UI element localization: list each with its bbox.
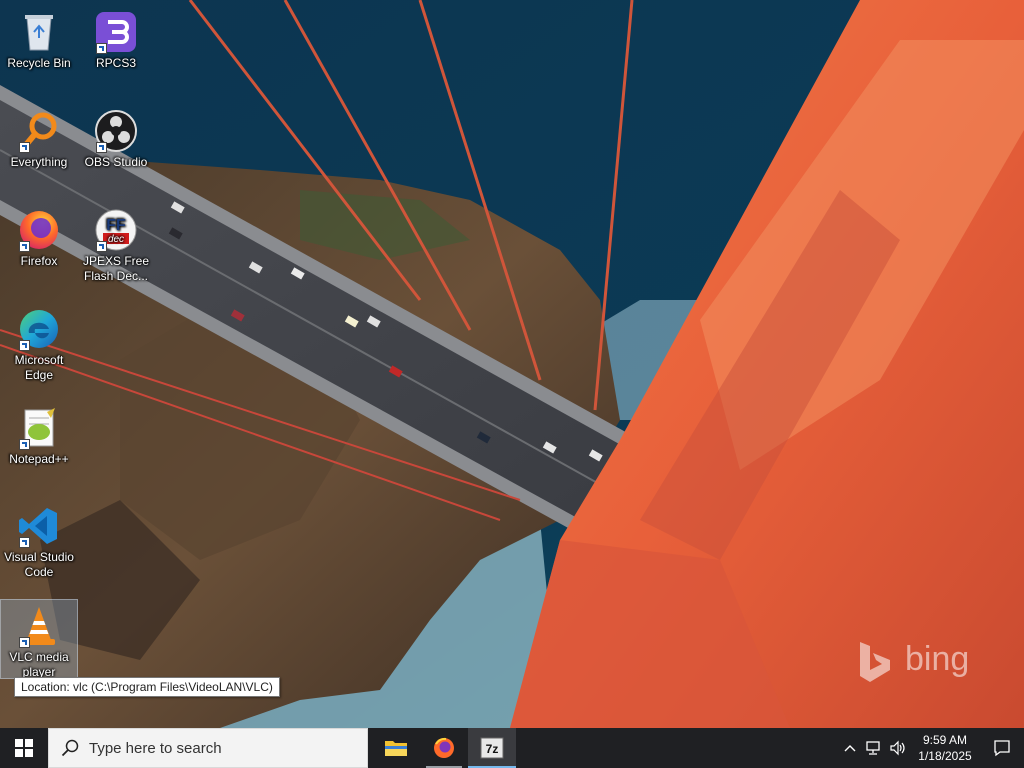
shortcut-arrow-icon — [96, 142, 107, 153]
desktop-icon-jpexs[interactable]: FF dec JPEXS Free Flash Dec... — [78, 204, 154, 284]
microsoft-edge-icon — [17, 307, 61, 351]
show-hidden-icons-button[interactable] — [838, 728, 862, 768]
rpcs3-icon — [94, 10, 138, 54]
desktop-icon-obs-studio[interactable]: OBS Studio — [78, 105, 154, 170]
notification-center-button[interactable] — [980, 728, 1024, 768]
desktop-icon-everything[interactable]: Everything — [1, 105, 77, 170]
desktop-icon-label: Everything — [10, 155, 68, 169]
desktop-icon-label: OBS Studio — [84, 155, 148, 169]
shortcut-arrow-icon — [19, 537, 30, 548]
desktop-icon-label: RPCS3 — [95, 56, 136, 70]
everything-search-icon — [17, 109, 61, 153]
jpexs-ffdec-icon: FF dec — [94, 208, 138, 252]
desktop-icon-label: Firefox — [20, 254, 58, 268]
search-placeholder: Type here to search — [89, 739, 222, 757]
desktop-icon-rpcs3[interactable]: RPCS3 — [78, 6, 154, 71]
volume-button[interactable] — [886, 728, 910, 768]
network-icon — [866, 741, 880, 755]
shortcut-arrow-icon — [96, 241, 107, 252]
taskbar-clock[interactable]: 9:59 AM 1/18/2025 — [910, 732, 980, 764]
shortcut-arrow-icon — [96, 43, 107, 54]
bing-watermark-text: bing — [905, 640, 970, 678]
icon-tooltip: Location: vlc (C:\Program Files\VideoLAN… — [14, 677, 280, 697]
desktop-icon-label: Notepad++ — [9, 452, 69, 466]
bing-logo-icon — [860, 642, 890, 682]
desktop-icon-label: Visual Studio Code — [4, 550, 74, 579]
desktop-icon-label: Microsoft Edge — [14, 353, 64, 382]
visual-studio-code-icon — [17, 504, 61, 548]
recycle-bin-icon — [17, 10, 61, 54]
chevron-up-icon — [844, 745, 856, 752]
clock-date: 1/18/2025 — [918, 749, 972, 763]
firefox-icon — [434, 737, 454, 758]
shortcut-arrow-icon — [19, 142, 30, 153]
search-icon — [61, 739, 79, 757]
shortcut-arrow-icon — [19, 340, 30, 351]
system-tray: 9:59 AM 1/18/2025 — [838, 728, 1024, 768]
7-zip-icon: 7z — [480, 737, 504, 759]
desktop-icon-label: VLC media player — [9, 650, 69, 679]
7-zip-glyph-text: 7z — [486, 742, 499, 756]
shortcut-arrow-icon — [19, 439, 30, 450]
taskbar-firefox[interactable] — [420, 728, 468, 768]
shortcut-arrow-icon — [19, 637, 30, 648]
windows-logo-icon — [15, 739, 33, 757]
desktop-icon-visual-studio-code[interactable]: Visual Studio Code — [1, 500, 77, 580]
ffdec-glyph-subtext: dec — [108, 234, 124, 245]
desktop-icon-vlc-media-player[interactable]: VLC media player — [0, 599, 78, 679]
vlc-cone-icon — [17, 604, 61, 648]
taskbar-file-explorer[interactable] — [372, 728, 420, 768]
desktop-icon-recycle-bin[interactable]: Recycle Bin — [1, 6, 77, 71]
taskbar-7-zip[interactable]: 7z — [468, 728, 516, 768]
notepad-plus-plus-icon — [17, 406, 61, 450]
taskbar-search-box[interactable]: Type here to search — [48, 728, 368, 768]
shortcut-arrow-icon — [19, 241, 30, 252]
bing-watermark: bing — [856, 638, 976, 682]
ffdec-glyph-text: FF — [106, 217, 126, 234]
firefox-icon — [17, 208, 61, 252]
folder-icon — [385, 741, 407, 756]
desktop-icon-notepad-plus-plus[interactable]: Notepad++ — [1, 402, 77, 467]
notification-icon — [994, 740, 1010, 757]
speaker-icon — [890, 740, 905, 756]
taskbar: Type here to search 7z 9:59 AM 1/18/2025 — [0, 728, 1024, 768]
clock-time: 9:59 AM — [922, 733, 968, 747]
desktop-icon-label: Recycle Bin — [7, 56, 71, 70]
desktop-icon-microsoft-edge[interactable]: Microsoft Edge — [1, 303, 77, 383]
obs-studio-icon — [94, 109, 138, 153]
network-button[interactable] — [862, 728, 886, 768]
start-button[interactable] — [0, 728, 48, 768]
desktop-icon-label: JPEXS Free Flash Dec... — [82, 254, 150, 283]
desktop-icon-firefox[interactable]: Firefox — [1, 204, 77, 269]
